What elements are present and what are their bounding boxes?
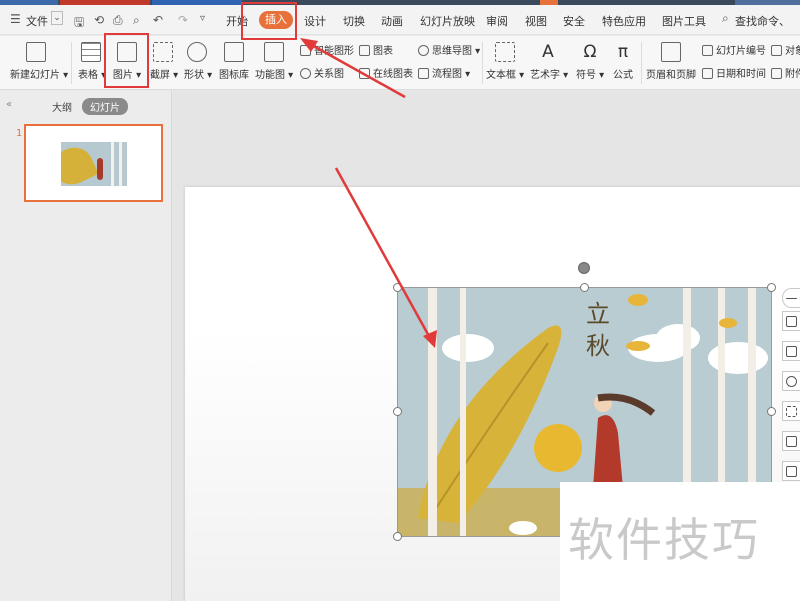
function-chart-icon bbox=[264, 42, 284, 62]
tab-outline[interactable]: 大纲 bbox=[52, 99, 72, 114]
rotate-handle-icon[interactable] bbox=[578, 262, 590, 274]
wordart-button[interactable]: A 艺术字 ▾ bbox=[530, 42, 568, 81]
tab-animations[interactable]: 动画 bbox=[381, 13, 403, 29]
tab-features[interactable]: 特色应用 bbox=[602, 13, 646, 29]
symbol-button[interactable]: Ω 符号 ▾ bbox=[576, 42, 604, 81]
smart-shape-button[interactable]: 智能图形 bbox=[300, 42, 354, 57]
undo-icon[interactable]: ↶ bbox=[153, 13, 163, 27]
tab-security[interactable]: 安全 bbox=[563, 13, 585, 29]
shape-icon bbox=[187, 42, 207, 62]
picture-title-char-2: 秋 bbox=[586, 332, 610, 360]
chart-button[interactable]: 图表 bbox=[359, 42, 393, 57]
flowchart-icon bbox=[418, 68, 429, 79]
slide-thumbnail[interactable] bbox=[24, 124, 163, 202]
icon-library-icon bbox=[224, 42, 244, 62]
textbox-icon bbox=[495, 42, 515, 62]
resize-handle-mr[interactable] bbox=[767, 407, 776, 416]
layout-options-icon[interactable] bbox=[782, 341, 800, 361]
wordart-icon: A bbox=[542, 42, 554, 62]
tab-transitions[interactable]: 切换 bbox=[343, 13, 365, 29]
new-slide-icon bbox=[26, 42, 46, 62]
tab-view[interactable]: 视图 bbox=[525, 13, 547, 29]
format-painter-icon[interactable]: ⟲ bbox=[94, 13, 104, 27]
resize-handle-tr[interactable] bbox=[767, 283, 776, 292]
tab-review[interactable]: 审阅 bbox=[486, 13, 508, 29]
redo-icon[interactable]: ↷ bbox=[178, 13, 188, 27]
shape-button[interactable]: 形状 ▾ bbox=[184, 42, 212, 81]
mindmap-icon bbox=[418, 45, 429, 56]
print-preview-icon[interactable]: ⌕ bbox=[133, 13, 140, 28]
tab-design[interactable]: 设计 bbox=[304, 13, 326, 29]
screenshot-icon bbox=[153, 42, 173, 62]
table-button[interactable]: 表格 ▾ bbox=[78, 42, 106, 81]
crop-icon[interactable] bbox=[782, 311, 800, 331]
resize-handle-ml[interactable] bbox=[393, 407, 402, 416]
flowchart-button[interactable]: 流程图 ▾ bbox=[418, 65, 470, 80]
slide-number-label: 1 bbox=[16, 128, 23, 139]
smart-shape-icon bbox=[300, 45, 311, 56]
header-footer-button[interactable]: 页眉和页脚 bbox=[646, 42, 696, 81]
tab-picture-tools[interactable]: 图片工具 bbox=[662, 13, 706, 29]
command-search[interactable]: 查找命令、 bbox=[735, 13, 790, 29]
slide-number-button[interactable]: 幻灯片编号 bbox=[702, 42, 766, 57]
object-button[interactable]: 对象 bbox=[771, 42, 800, 57]
pi-icon: π bbox=[617, 42, 629, 62]
zoom-icon[interactable] bbox=[782, 371, 800, 391]
panel-tabs: « 大纲 幻灯片 bbox=[0, 95, 172, 117]
customize-icon[interactable]: ▿ bbox=[200, 13, 205, 24]
resize-handle-tc[interactable] bbox=[580, 283, 589, 292]
thumbnail-picture bbox=[61, 142, 127, 186]
mindmap-button[interactable]: 思维导图 ▾ bbox=[418, 42, 480, 57]
tab-slides[interactable]: 幻灯片 bbox=[82, 98, 128, 115]
textbox-button[interactable]: 文本框 ▾ bbox=[486, 42, 524, 81]
insert-tab-highlight bbox=[241, 2, 297, 40]
slide-number-icon bbox=[702, 45, 713, 56]
table-icon bbox=[81, 42, 101, 62]
paperclip-icon bbox=[771, 68, 782, 79]
omega-icon: Ω bbox=[583, 42, 597, 62]
resize-handle-tl[interactable] bbox=[393, 283, 402, 292]
datetime-button[interactable]: 日期和时间 bbox=[702, 65, 766, 80]
picture-button-highlight bbox=[104, 33, 149, 88]
print-icon[interactable]: ⎙ bbox=[113, 13, 123, 28]
calendar-icon bbox=[702, 68, 713, 79]
tab-slideshow[interactable]: 幻灯片放映 bbox=[420, 13, 475, 29]
icon-library-button[interactable]: 图标库 bbox=[219, 42, 249, 81]
new-slide-button[interactable]: 新建幻灯片 ▾ bbox=[10, 42, 68, 81]
watermark-text: 软件技巧 bbox=[568, 513, 760, 567]
screenshot-button[interactable]: 截屏 ▾ bbox=[150, 42, 178, 81]
file-menu[interactable]: 文件 bbox=[26, 13, 48, 29]
function-chart-button[interactable]: 功能图 ▾ bbox=[255, 42, 293, 81]
relation-icon bbox=[300, 68, 311, 79]
resize-handle-bl[interactable] bbox=[393, 532, 402, 541]
slides-panel: « 大纲 幻灯片 1 bbox=[0, 91, 172, 601]
copy-icon[interactable] bbox=[782, 431, 800, 451]
attachment-button[interactable]: 附件 bbox=[771, 65, 800, 80]
relation-chart-button[interactable]: 关系图 bbox=[300, 65, 344, 80]
object-icon bbox=[771, 45, 782, 56]
picture-effects-icon[interactable] bbox=[782, 401, 800, 421]
picture-title-char-1: 立 bbox=[586, 300, 610, 328]
online-chart-icon bbox=[359, 68, 370, 79]
formula-button[interactable]: π 公式 bbox=[610, 42, 636, 81]
chevron-down-icon[interactable]: ⌄ bbox=[51, 11, 63, 25]
hamburger-icon[interactable]: ☰ bbox=[10, 12, 21, 26]
search-icon[interactable]: ⌕ bbox=[722, 11, 729, 26]
collapse-panel-icon[interactable]: « bbox=[6, 99, 12, 110]
collapse-toolbar-icon[interactable] bbox=[782, 288, 800, 308]
save-icon[interactable]: 🖫 bbox=[74, 13, 84, 34]
chart-icon bbox=[359, 45, 370, 56]
export-picture-icon[interactable] bbox=[782, 461, 800, 481]
online-chart-button[interactable]: 在线图表 bbox=[359, 65, 413, 80]
header-footer-icon bbox=[661, 42, 681, 62]
menu-bar: ☰ 文件 ⌄ 🖫 ⟲ ⎙ ⌕ ↶ ↷ ▿ 开始 插入 设计 切换 动画 幻灯片放… bbox=[0, 5, 800, 35]
watermark: 软件技巧 bbox=[560, 482, 800, 601]
